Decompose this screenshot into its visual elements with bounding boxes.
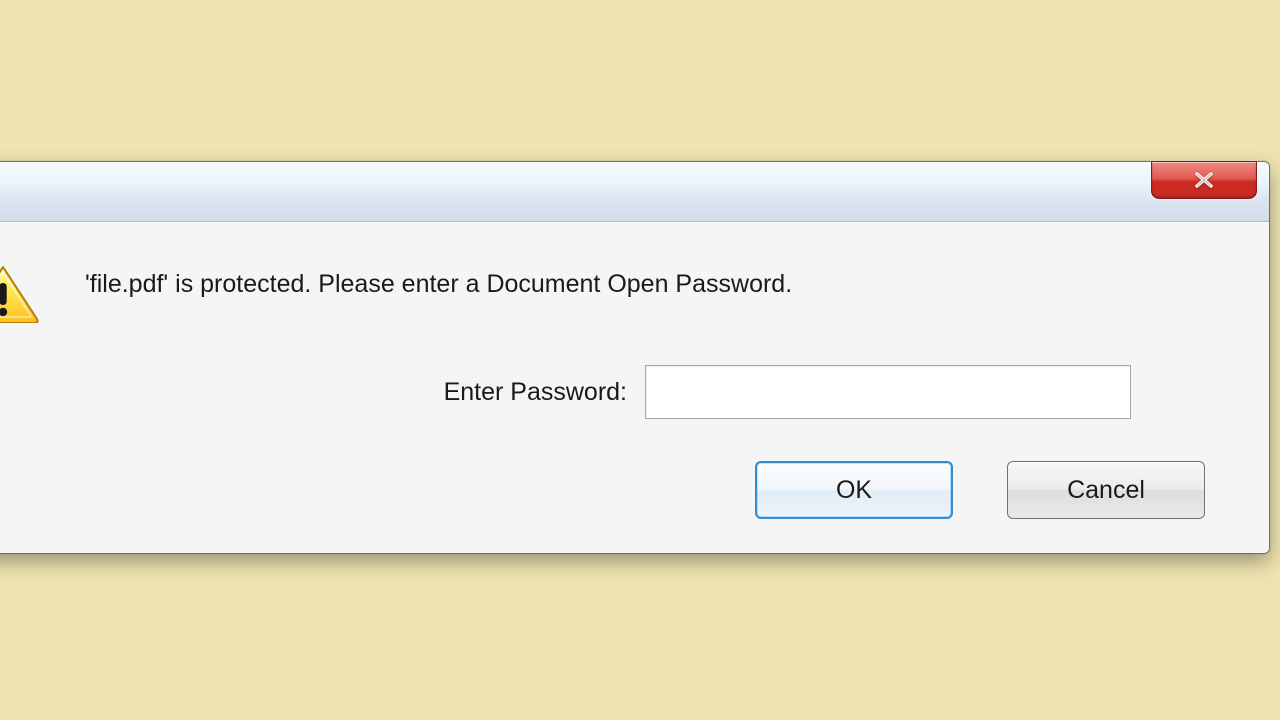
warning-icon <box>0 265 39 323</box>
password-input[interactable] <box>645 365 1131 419</box>
dialog-content: 'file.pdf' is protected. Please enter a … <box>0 222 1269 553</box>
password-dialog: Password <box>0 161 1270 554</box>
ok-button[interactable]: OK <box>755 461 953 519</box>
password-label: Enter Password: <box>0 378 627 407</box>
close-button[interactable] <box>1151 161 1257 199</box>
titlebar[interactable]: Password <box>0 162 1269 222</box>
dialog-message: 'file.pdf' is protected. Please enter a … <box>85 263 792 299</box>
close-icon <box>1189 171 1219 189</box>
cancel-button[interactable]: Cancel <box>1007 461 1205 519</box>
